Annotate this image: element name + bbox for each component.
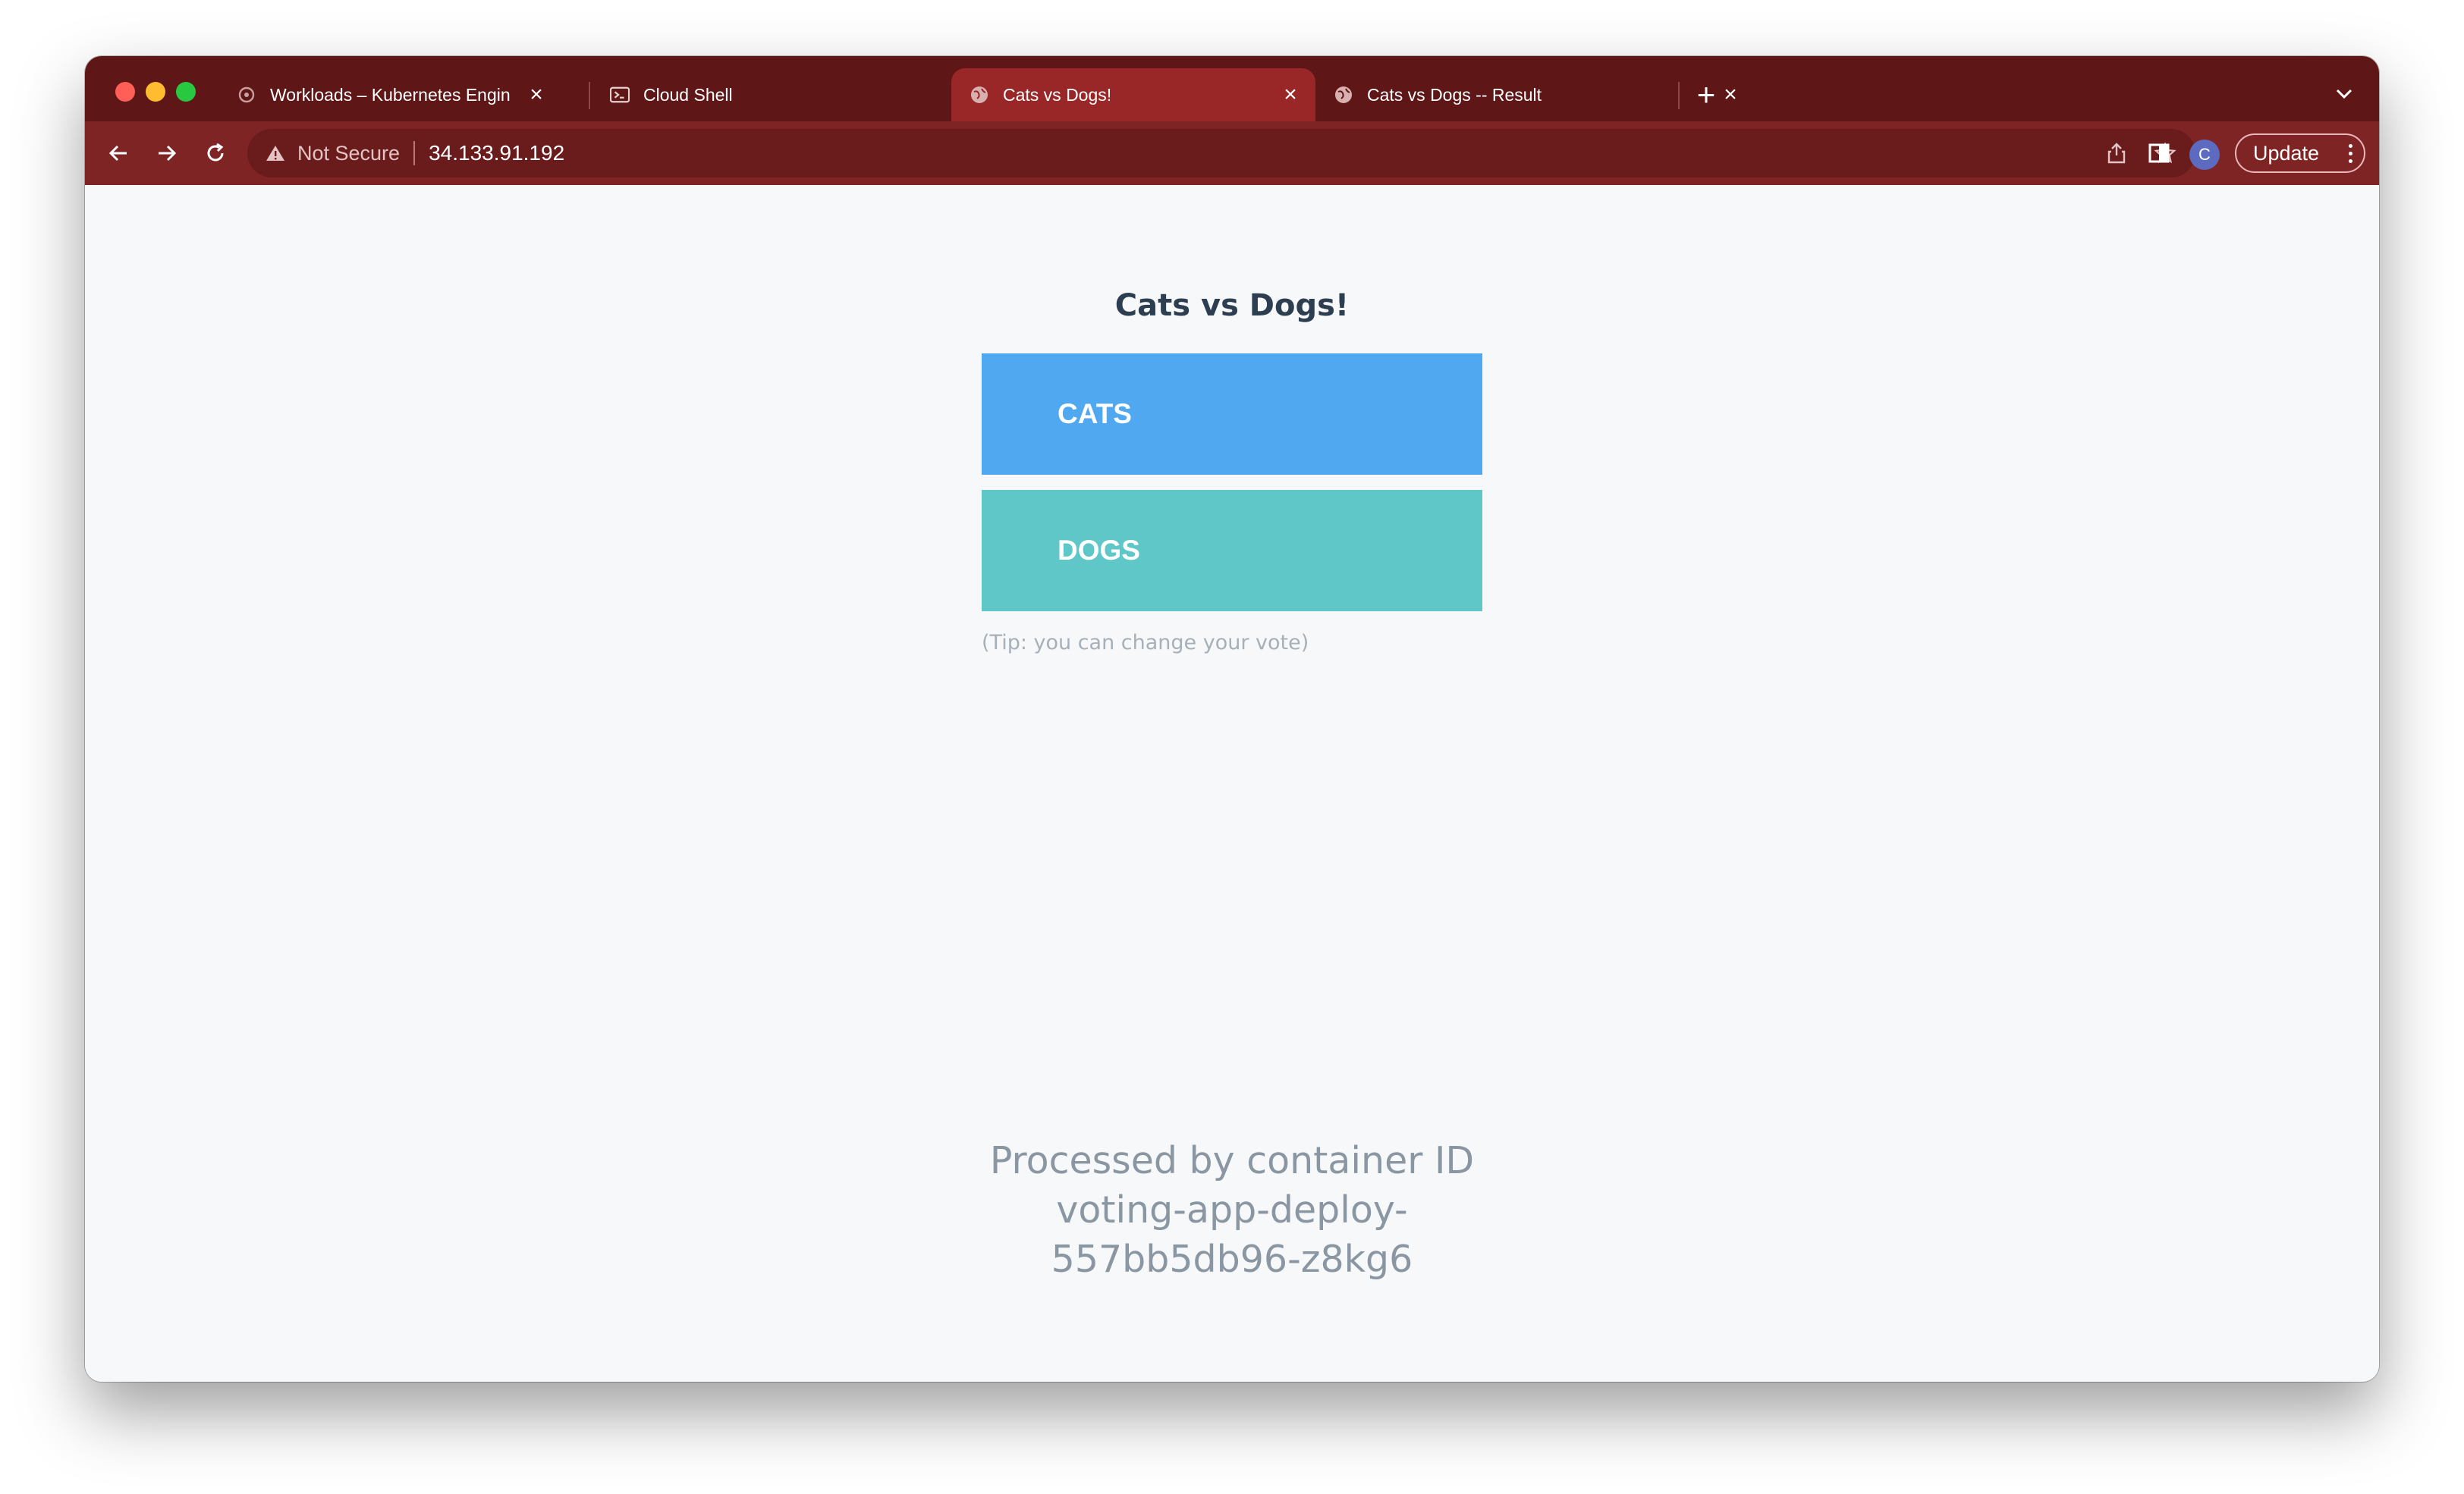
address-bar[interactable]: Not Secure 34.133.91.192 (247, 129, 2195, 177)
update-label: Update (2253, 141, 2320, 165)
share-icon[interactable] (2098, 135, 2135, 171)
tab-title: Cats vs Dogs -- Result (1367, 84, 1542, 105)
tab-title: Cloud Shell (643, 84, 733, 105)
vote-cats-button[interactable]: CATS (982, 353, 1482, 475)
side-panel-icon[interactable] (2142, 137, 2176, 170)
tab-separator (589, 82, 590, 109)
divider (413, 141, 416, 165)
globe-icon (970, 85, 989, 105)
page-title: Cats vs Dogs! (1114, 288, 1350, 323)
update-button[interactable]: Update (2235, 133, 2365, 173)
footer-line: voting-app-deploy- (1056, 1188, 1408, 1232)
reload-icon[interactable] (197, 135, 234, 171)
footer-line: Processed by container ID (989, 1139, 1475, 1182)
close-window-button[interactable] (115, 82, 135, 102)
container-id-footer: Processed by container ID voting-app-dep… (85, 1136, 2379, 1284)
globe-icon (1334, 85, 1353, 105)
back-arrow-icon[interactable] (100, 135, 137, 171)
page-content: Cats vs Dogs! CATS DOGS (Tip: you can ch… (85, 185, 2379, 1382)
tab-title: Workloads – Kubernetes Engin (270, 84, 511, 105)
security-label[interactable]: Not Secure (297, 142, 400, 165)
maximize-window-button[interactable] (176, 82, 196, 102)
tip-text: (Tip: you can change your vote) (982, 631, 1309, 654)
tab-separator (1678, 82, 1680, 109)
avatar[interactable]: C (2189, 140, 2220, 170)
tab-strip: Workloads – Kubernetes Engin × Cloud She… (85, 56, 2379, 121)
url-text[interactable]: 34.133.91.192 (429, 141, 564, 165)
minimize-window-button[interactable] (146, 82, 165, 102)
warning-icon[interactable] (264, 142, 287, 165)
tab-cats-vs-dogs[interactable]: Cats vs Dogs! × (951, 68, 1315, 121)
forward-arrow-icon[interactable] (149, 135, 185, 171)
close-icon[interactable]: × (523, 82, 549, 108)
close-icon[interactable]: × (1278, 82, 1303, 108)
tab-workloads[interactable]: Workloads – Kubernetes Engin × (218, 68, 561, 121)
chevron-down-icon[interactable] (2329, 79, 2359, 109)
new-tab-button[interactable]: + (1686, 74, 1727, 115)
kubernetes-icon (237, 85, 256, 105)
browser-toolbar: Not Secure 34.133.91.192 C Update (85, 121, 2379, 185)
tab-title: Cats vs Dogs! (1003, 84, 1112, 105)
vote-dogs-button[interactable]: DOGS (982, 490, 1482, 611)
terminal-icon (610, 85, 630, 105)
browser-window: Workloads – Kubernetes Engin × Cloud She… (85, 56, 2379, 1382)
more-vert-icon[interactable] (2349, 144, 2353, 164)
footer-line: 557bb5db96-z8kg6 (1051, 1238, 1413, 1281)
